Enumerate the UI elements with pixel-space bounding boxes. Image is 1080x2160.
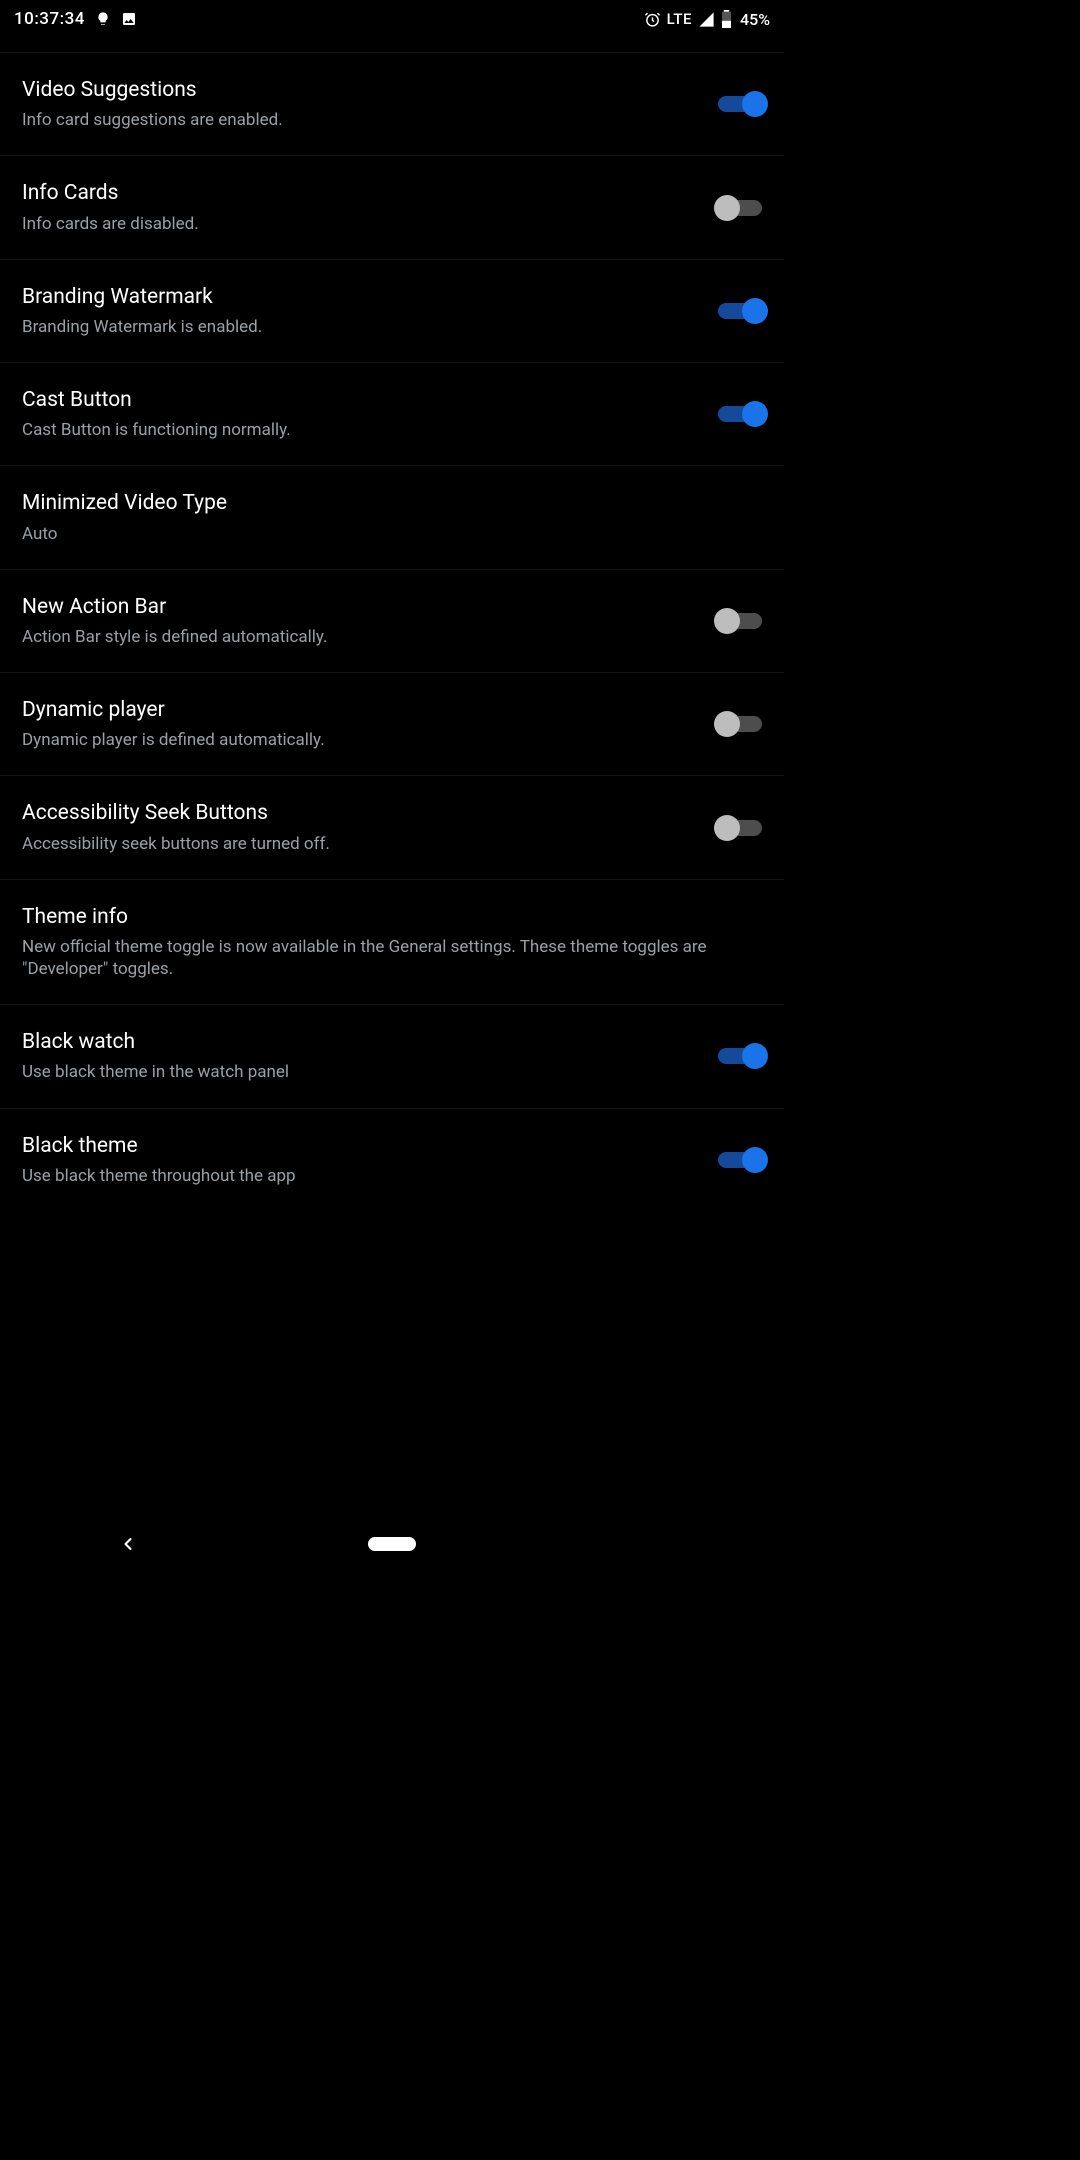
setting-black-theme[interactable]: Black theme Use black theme throughout th…: [0, 1108, 784, 1211]
toggle-cast-button[interactable]: [718, 406, 762, 422]
setting-branding-watermark[interactable]: Branding Watermark Branding Watermark is …: [0, 259, 784, 362]
setting-title: Info Cards: [22, 180, 698, 206]
setting-title: Black theme: [22, 1133, 698, 1159]
toggle-thumb: [714, 815, 740, 841]
setting-cast-button[interactable]: Cast Button Cast Button is functioning no…: [0, 362, 784, 465]
toggle-info-cards[interactable]: [718, 200, 762, 216]
toggle-thumb: [714, 711, 740, 737]
lightbulb-icon: [95, 11, 111, 27]
status-right: LTE 45%: [644, 10, 770, 29]
setting-subtitle: Accessibility seek buttons are turned of…: [22, 833, 698, 855]
signal-icon: [698, 11, 715, 28]
toggle-thumb: [742, 298, 768, 324]
battery-icon: [721, 10, 732, 28]
toggle-branding-watermark[interactable]: [718, 303, 762, 319]
image-icon: [121, 11, 137, 27]
back-icon[interactable]: [118, 1534, 138, 1554]
setting-texts: Minimized Video Type Auto: [22, 490, 762, 544]
status-left: 10:37:34: [14, 9, 137, 29]
setting-texts: Theme info New official theme toggle is n…: [22, 904, 762, 980]
setting-theme-info[interactable]: Theme info New official theme toggle is n…: [0, 879, 784, 1004]
setting-title: Video Suggestions: [22, 77, 698, 103]
setting-title: Cast Button: [22, 387, 698, 413]
toggle-thumb: [714, 195, 740, 221]
toggle-black-watch[interactable]: [718, 1048, 762, 1064]
setting-subtitle: Use black theme in the watch panel: [22, 1061, 698, 1083]
setting-texts: New Action Bar Action Bar style is define…: [22, 594, 698, 648]
setting-accessibility-seek-buttons[interactable]: Accessibility Seek Buttons Accessibility …: [0, 775, 784, 878]
setting-subtitle: Auto: [22, 523, 762, 545]
setting-title: Branding Watermark: [22, 284, 698, 310]
toggle-thumb: [742, 1147, 768, 1173]
setting-title: New Action Bar: [22, 594, 698, 620]
setting-texts: Video Suggestions Info card suggestions a…: [22, 77, 698, 131]
setting-texts: Black theme Use black theme throughout th…: [22, 1133, 698, 1187]
status-bar: 10:37:34 LTE 45%: [0, 0, 784, 38]
setting-texts: Accessibility Seek Buttons Accessibility …: [22, 800, 698, 854]
setting-texts: Black watch Use black theme in the watch …: [22, 1029, 698, 1083]
setting-title: Accessibility Seek Buttons: [22, 800, 698, 826]
settings-list[interactable]: Video Suggestions Info card suggestions a…: [0, 38, 784, 1520]
setting-texts: Cast Button Cast Button is functioning no…: [22, 387, 698, 441]
setting-subtitle: Info card suggestions are enabled.: [22, 109, 698, 131]
setting-black-watch[interactable]: Black watch Use black theme in the watch …: [0, 1004, 784, 1107]
setting-dynamic-player[interactable]: Dynamic player Dynamic player is defined …: [0, 672, 784, 775]
setting-subtitle: New official theme toggle is now availab…: [22, 936, 762, 980]
home-pill[interactable]: [368, 1537, 416, 1551]
battery-percent: 45%: [740, 10, 770, 29]
setting-video-suggestions[interactable]: Video Suggestions Info card suggestions a…: [0, 52, 784, 155]
toggle-thumb: [714, 608, 740, 634]
setting-minimized-video-type[interactable]: Minimized Video Type Auto: [0, 465, 784, 568]
setting-info-cards[interactable]: Info Cards Info cards are disabled.: [0, 155, 784, 258]
toggle-thumb: [742, 91, 768, 117]
setting-new-action-bar[interactable]: New Action Bar Action Bar style is define…: [0, 569, 784, 672]
setting-texts: Branding Watermark Branding Watermark is …: [22, 284, 698, 338]
setting-title: Theme info: [22, 904, 762, 930]
setting-subtitle: Dynamic player is defined automatically.: [22, 729, 698, 751]
setting-texts: Info Cards Info cards are disabled.: [22, 180, 698, 234]
toggle-thumb: [742, 401, 768, 427]
setting-subtitle: Info cards are disabled.: [22, 213, 698, 235]
setting-subtitle: Branding Watermark is enabled.: [22, 316, 698, 338]
setting-subtitle: Use black theme throughout the app: [22, 1165, 698, 1187]
toggle-video-suggestions[interactable]: [718, 96, 762, 112]
alarm-icon: [644, 11, 661, 28]
setting-title: Dynamic player: [22, 697, 698, 723]
screen: 10:37:34 LTE 45% Video Suggestions Info c…: [0, 0, 784, 1568]
status-time: 10:37:34: [14, 9, 85, 29]
setting-texts: Dynamic player Dynamic player is defined …: [22, 697, 698, 751]
setting-subtitle: Cast Button is functioning normally.: [22, 419, 698, 441]
navigation-bar: [0, 1520, 784, 1568]
setting-subtitle: Action Bar style is defined automaticall…: [22, 626, 698, 648]
toggle-thumb: [742, 1043, 768, 1069]
toggle-dynamic-player[interactable]: [718, 716, 762, 732]
toggle-black-theme[interactable]: [718, 1152, 762, 1168]
setting-title: Black watch: [22, 1029, 698, 1055]
toggle-new-action-bar[interactable]: [718, 613, 762, 629]
network-label: LTE: [667, 10, 692, 28]
setting-title: Minimized Video Type: [22, 490, 762, 516]
toggle-accessibility-seek-buttons[interactable]: [718, 820, 762, 836]
